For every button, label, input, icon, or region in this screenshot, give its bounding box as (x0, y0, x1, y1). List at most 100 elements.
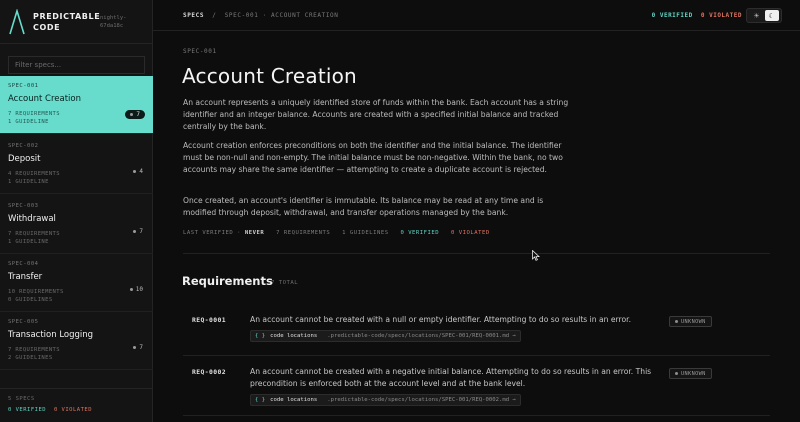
code-locations-path: .predictable-code/specs/locations/SPEC-0… (327, 333, 516, 339)
divider (183, 415, 770, 416)
status-dot-icon (675, 320, 678, 323)
spec-item-title: Withdrawal (8, 214, 56, 224)
description-paragraph: Once created, an account's identifier is… (183, 196, 544, 218)
mouse-cursor-icon (532, 250, 540, 261)
spec-item[interactable]: SPEC-004 Transfer 10 REQUIREMENTS 0 GUIDELI… (0, 254, 153, 312)
spec-item-guidelines: 1 GUIDELINE (8, 179, 49, 185)
divider (183, 253, 770, 254)
spec-item-count: 7 (136, 111, 140, 118)
breadcrumb-specs[interactable]: SPECS (183, 12, 204, 19)
status-label: UNKNOWN (681, 370, 706, 377)
spec-item-id: SPEC-002 (8, 143, 39, 149)
spec-item-title: Account Creation (8, 94, 81, 104)
breadcrumb-separator: / (212, 11, 217, 19)
meta-requirements: 7 REQUIREMENTS (276, 230, 331, 236)
last-verified-value: NEVER (244, 230, 265, 236)
requirement-text: An account cannot be created with a nega… (250, 367, 652, 389)
spec-item-count-badge: 10 (129, 286, 143, 293)
logo-icon (9, 8, 25, 34)
spec-item-id: SPEC-005 (8, 319, 39, 325)
spec-item-count: 4 (139, 168, 143, 175)
version-label: nightly- 67da18c (100, 14, 127, 30)
requirement-text: An account cannot be created with a null… (250, 315, 631, 324)
spec-item-title: Deposit (8, 154, 41, 164)
spec-id-label: SPEC-001 (183, 48, 217, 55)
top-status: 0 VERIFIED 0 VIOLATED (652, 12, 742, 19)
spec-item-requirements: 4 REQUIREMENTS (8, 171, 60, 177)
status-badge: UNKNOWN (669, 316, 712, 327)
spec-item-count: 7 (139, 228, 143, 235)
code-locations-label: code locations (270, 397, 318, 403)
count-dot-icon (129, 288, 133, 291)
footer-violated-count: 0 VIOLATED (53, 407, 93, 413)
footer-verified-count: 0 VERIFIED (8, 407, 47, 413)
code-locations-link[interactable]: { } code locations .predictable-code/spe… (250, 330, 521, 342)
code-braces-icon: { } (255, 397, 266, 403)
breadcrumb-current: SPEC-001 · ACCOUNT CREATION (224, 11, 339, 19)
version-line2: 67da18c (100, 23, 124, 29)
page-title: Account Creation (182, 64, 357, 88)
spec-item-guidelines: 2 GUIDELINES (8, 355, 53, 361)
sidebar-footer: 5 SPECS 0 VERIFIED 0 VIOLATED (0, 388, 153, 422)
brand-name: PREDICTABLE CODE (33, 11, 101, 33)
spec-item-count-badge: 7 (133, 344, 143, 351)
sun-icon[interactable]: ☀ (750, 10, 764, 21)
topbar: SPECS / SPEC-001 · ACCOUNT CREATION 0 VE… (153, 0, 800, 31)
spec-item-guidelines: 1 GUIDELINE (8, 119, 49, 125)
requirements-heading: Requirements (182, 274, 273, 288)
spec-item-count-badge: 7 (133, 228, 143, 235)
count-dot-icon (130, 113, 134, 116)
last-verified-label: LAST VERIFIED · (183, 230, 242, 236)
spec-detail: SPEC-001 Account Creation An account rep… (153, 31, 800, 422)
spec-item-id: SPEC-004 (8, 261, 39, 267)
spec-item[interactable]: SPEC-002 Deposit 4 REQUIREMENTS 1 GUIDELINE… (0, 136, 153, 194)
divider (183, 355, 770, 356)
code-braces-icon: { } (255, 333, 266, 339)
meta-violated: 0 VIOLATED (451, 230, 490, 236)
meta-verified: 0 VERIFIED (400, 230, 440, 236)
description-paragraph: Account creation enforces preconditions … (183, 141, 563, 175)
verification-meta: LAST VERIFIED · NEVER 7 REQUIREMENTS 1 G… (183, 230, 490, 236)
spec-item-id: SPEC-003 (8, 203, 39, 209)
status-label: UNKNOWN (681, 318, 706, 325)
sidebar: PREDICTABLE CODE nightly- 67da18c SPEC-0… (0, 0, 153, 422)
spec-item-guidelines: 0 GUIDELINES (8, 297, 53, 303)
top-verified-count: 0 VERIFIED (651, 12, 693, 19)
requirement-id: REQ-0001 (192, 316, 226, 324)
code-locations-label: code locations (270, 333, 318, 339)
brand[interactable]: PREDICTABLE CODE nightly- 67da18c (0, 0, 152, 44)
status-badge: UNKNOWN (669, 368, 712, 379)
top-violated-count: 0 VIOLATED (700, 12, 742, 19)
spec-item-count: 7 (139, 344, 143, 351)
spec-item-requirements: 7 REQUIREMENTS (8, 231, 60, 237)
spec-item-meta: 10 REQUIREMENTS 0 GUIDELINES (8, 288, 145, 304)
code-locations-path: .predictable-code/specs/locations/SPEC-0… (327, 397, 516, 403)
spec-item-meta: 7 REQUIREMENTS 1 GUIDELINE (8, 230, 145, 246)
spec-item[interactable]: SPEC-005 Transaction Logging 7 REQUIREMENT… (0, 312, 153, 370)
brand-name-line2: CODE (33, 22, 61, 32)
count-dot-icon (133, 346, 137, 349)
spec-item[interactable]: SPEC-001 Account Creation 7 REQUIREMENTS 1 … (0, 76, 153, 134)
code-locations-link[interactable]: { } code locations .predictable-code/spe… (250, 394, 521, 406)
requirements-total: 7 TOTAL (271, 280, 299, 286)
spec-item-id: SPEC-001 (8, 83, 39, 89)
count-dot-icon (133, 230, 137, 233)
spec-item-requirements: 10 REQUIREMENTS (8, 289, 64, 295)
status-dot-icon (675, 372, 678, 375)
description-paragraph: An account represents a uniquely identif… (183, 98, 569, 132)
theme-toggle[interactable]: ☀ ☾ (746, 8, 782, 23)
spec-item-meta: 4 REQUIREMENTS 1 GUIDELINE (8, 170, 145, 186)
spec-item-title: Transfer (8, 272, 43, 282)
spec-item[interactable]: SPEC-003 Withdrawal 7 REQUIREMENTS 1 GUIDEL… (0, 196, 153, 254)
spec-item-requirements: 7 REQUIREMENTS (8, 347, 60, 353)
spec-item-meta: 7 REQUIREMENTS 2 GUIDELINES (8, 346, 145, 362)
requirement-id: REQ-0002 (192, 368, 226, 376)
brand-name-line1: PREDICTABLE (33, 11, 101, 21)
spec-count: 5 SPECS (8, 396, 35, 402)
breadcrumb: SPECS / SPEC-001 · ACCOUNT CREATION (183, 12, 338, 19)
filter-specs-input[interactable] (8, 56, 145, 74)
spec-item-count: 10 (135, 286, 143, 293)
meta-guidelines: 1 GUIDELINES (342, 230, 389, 236)
moon-icon[interactable]: ☾ (764, 10, 779, 21)
count-dot-icon (133, 170, 137, 173)
